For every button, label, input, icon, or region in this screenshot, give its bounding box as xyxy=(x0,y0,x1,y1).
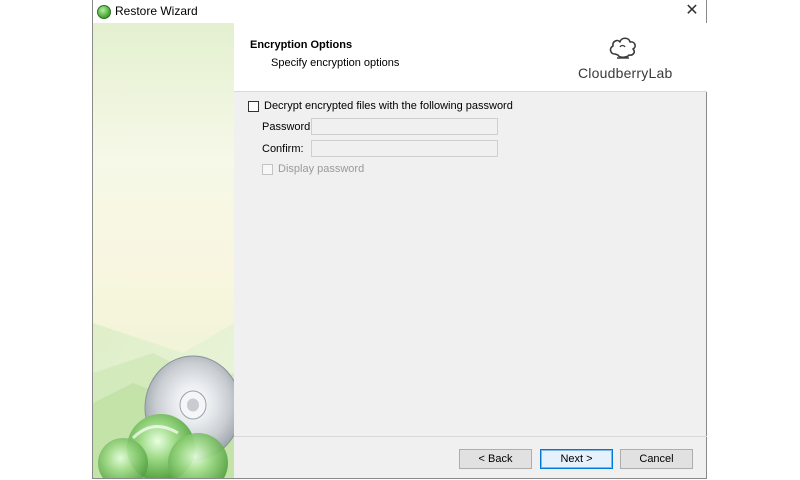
cancel-button[interactable]: Cancel xyxy=(620,449,693,469)
wizard-header: Encryption Options Specify encryption op… xyxy=(234,23,707,92)
close-icon: ✕ xyxy=(685,2,699,19)
cloudberry-logo: CloudberryLab xyxy=(578,35,673,83)
back-button[interactable]: < Back xyxy=(459,449,532,469)
page-subtitle: Specify encryption options xyxy=(271,57,400,69)
close-button[interactable]: ✕ xyxy=(678,0,706,23)
display-password-checkbox[interactable] xyxy=(262,163,273,175)
password-field[interactable] xyxy=(311,118,498,135)
page-title: Encryption Options xyxy=(250,39,353,51)
logo-text: CloudberryLab xyxy=(578,65,673,81)
cloud-icon xyxy=(609,37,636,59)
decrypt-checkbox[interactable] xyxy=(248,100,259,112)
next-button[interactable]: Next > xyxy=(540,449,613,469)
footer-separator xyxy=(234,436,707,437)
confirm-label: Confirm: xyxy=(262,143,304,155)
app-icon xyxy=(97,5,111,19)
password-label: Password: xyxy=(262,121,314,133)
wizard-sidebar-art xyxy=(93,23,234,478)
title-bar[interactable]: Restore Wizard ✕ xyxy=(93,0,706,23)
decrypt-option-row[interactable]: Decrypt encrypted files with the followi… xyxy=(248,100,513,112)
decrypt-checkbox-label[interactable]: Decrypt encrypted files with the followi… xyxy=(264,100,513,112)
encryption-options-panel: Decrypt encrypted files with the followi… xyxy=(234,92,707,437)
display-password-row[interactable]: Display password xyxy=(262,163,364,175)
restore-wizard-window: Restore Wizard ✕ Encryption Options Spec… xyxy=(92,0,707,479)
window-title: Restore Wizard xyxy=(115,4,198,18)
confirm-password-field[interactable] xyxy=(311,140,498,157)
disc-illustration xyxy=(93,323,234,478)
display-password-label[interactable]: Display password xyxy=(278,163,364,175)
